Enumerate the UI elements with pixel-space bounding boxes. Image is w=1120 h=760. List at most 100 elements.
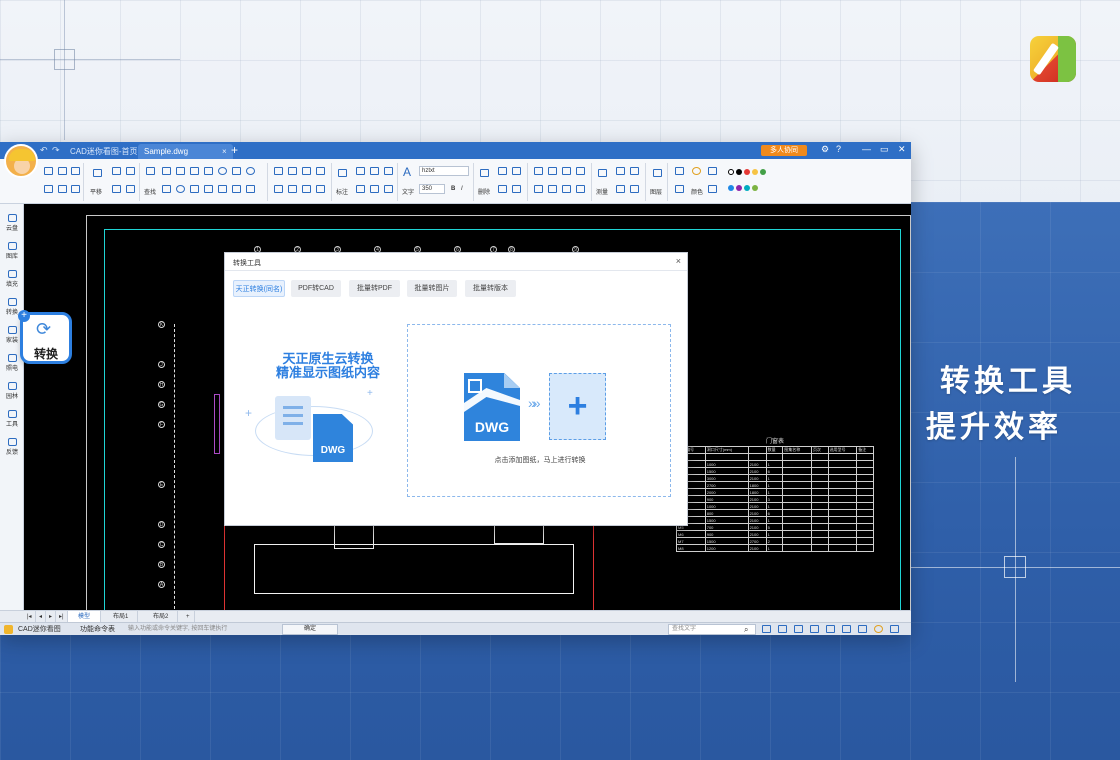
stretch-icon[interactable] [274, 167, 283, 175]
func-table-button[interactable]: 功能命令表 [80, 624, 115, 635]
delete-icon[interactable] [480, 169, 489, 177]
match-prop-icon[interactable] [708, 167, 717, 175]
rotate2-icon[interactable] [562, 167, 571, 175]
tab-pdf-to-cad[interactable]: PDF转CAD [291, 280, 341, 297]
collab-button[interactable]: 多人协同 [761, 145, 807, 156]
convert-callout[interactable]: + ⟳ 转换 [18, 310, 72, 364]
sidebar-item-cloud[interactable]: 云盘 [0, 214, 24, 232]
grid-icon[interactable] [778, 625, 787, 633]
star-icon[interactable] [302, 185, 311, 193]
background-icon[interactable] [708, 185, 717, 193]
polygon-icon[interactable] [232, 185, 241, 193]
table-icon[interactable] [616, 185, 625, 193]
area-icon[interactable] [616, 167, 625, 175]
palette-color[interactable] [752, 185, 758, 191]
command-input[interactable]: 输入功能或命令关键字, 按回车键执行 [128, 624, 227, 635]
cloud-line-icon[interactable] [246, 185, 255, 193]
palette-color[interactable] [760, 169, 766, 175]
new-file-icon[interactable] [44, 167, 53, 175]
new-tab-icon[interactable]: + [231, 143, 238, 157]
move-cross-icon[interactable] [534, 167, 543, 175]
tab-tangent-convert[interactable]: 天正转换(同名) [233, 280, 285, 297]
zoom-out-icon[interactable] [126, 167, 135, 175]
trapezoid-icon[interactable] [218, 185, 227, 193]
radius-dim-icon[interactable] [370, 185, 379, 193]
array-icon[interactable] [534, 185, 543, 193]
pan-icon[interactable] [93, 169, 102, 177]
hatch-icon[interactable] [548, 185, 557, 193]
angle-dim-icon[interactable] [370, 167, 379, 175]
tab-batch-to-image[interactable]: 批量转图片 [407, 280, 457, 297]
settings-icon[interactable]: ⚙ [821, 144, 829, 155]
dialog-close-icon[interactable]: × [676, 256, 681, 266]
sidebar-item-garden[interactable]: 园林 [0, 382, 24, 400]
palette-color[interactable] [736, 169, 742, 175]
polyline-icon[interactable] [162, 167, 171, 175]
snap-icon[interactable] [762, 625, 771, 633]
pin-icon[interactable] [316, 185, 325, 193]
lineweight-icon[interactable] [675, 185, 684, 193]
arc-icon[interactable] [204, 167, 213, 175]
redo-icon[interactable]: ↷ [52, 145, 60, 156]
trim-icon[interactable] [562, 185, 571, 193]
paste-icon[interactable] [498, 185, 507, 193]
color-toggle-icon[interactable] [874, 625, 883, 633]
leader-icon[interactable] [356, 185, 365, 193]
maximize-icon[interactable]: ▭ [880, 144, 889, 155]
triangle-icon[interactable] [162, 185, 171, 193]
font-name-select[interactable]: hztxt [419, 166, 469, 176]
cloud-sync-icon[interactable] [890, 625, 899, 633]
ortho-icon[interactable] [794, 625, 803, 633]
tab-home[interactable]: CAD迷你看图-首页 [64, 144, 144, 159]
tab-sample-dwg[interactable]: Sample.dwg × [138, 144, 233, 159]
line-icon[interactable] [146, 167, 155, 175]
tab-batch-to-pdf[interactable]: 批量转PDF [349, 280, 400, 297]
share-icon[interactable] [71, 185, 80, 193]
print-icon[interactable] [44, 185, 53, 193]
file-drop-zone[interactable]: DWG »» + 点击添加图纸，马上进行转换 [407, 324, 671, 497]
sidebar-item-feedback[interactable]: 反馈 [0, 438, 24, 456]
layer-icon[interactable] [653, 169, 662, 177]
block-icon[interactable] [288, 185, 297, 193]
osnap-icon[interactable] [826, 625, 835, 633]
palette-color[interactable] [736, 185, 742, 191]
open-icon[interactable] [71, 167, 80, 175]
help-icon[interactable]: ? [836, 144, 841, 154]
color-wheel-icon[interactable] [692, 167, 701, 175]
font-size-select[interactable]: 350 [419, 184, 445, 194]
avatar[interactable] [4, 144, 38, 178]
lineweight-toggle-icon[interactable] [842, 625, 851, 633]
sidebar-item-tools[interactable]: 工具 [0, 410, 24, 428]
aligned-dim-icon[interactable] [356, 167, 365, 175]
close-tab-icon[interactable]: × [222, 147, 227, 156]
spline-icon[interactable] [204, 185, 213, 193]
grid-view-icon[interactable] [630, 167, 639, 175]
close-window-icon[interactable]: ✕ [898, 144, 906, 155]
export-icon[interactable] [58, 185, 67, 193]
extend-icon[interactable] [576, 185, 585, 193]
sidebar-item-fill[interactable]: 填充 [0, 270, 24, 288]
text-icon[interactable]: A [403, 165, 411, 179]
bold-button[interactable]: B [451, 186, 455, 192]
erase-icon[interactable] [512, 185, 521, 193]
offset-icon[interactable] [302, 167, 311, 175]
search-text-input[interactable]: 查找文字 [668, 624, 756, 635]
italic-button[interactable]: I [461, 186, 463, 192]
baseline-dim-icon[interactable] [384, 167, 393, 175]
crosshair-icon[interactable] [858, 625, 867, 633]
tab-batch-to-version[interactable]: 批量转版本 [465, 280, 516, 297]
copy-icon[interactable] [498, 167, 507, 175]
circle-icon[interactable] [218, 167, 227, 175]
minimize-icon[interactable]: — [862, 144, 871, 154]
dimension-icon[interactable] [338, 169, 347, 177]
parallelogram-icon[interactable] [190, 185, 199, 193]
save-icon[interactable] [58, 167, 67, 175]
confirm-button[interactable]: 确定 [282, 624, 338, 635]
zoom-in-icon[interactable] [112, 167, 121, 175]
measure-icon[interactable] [598, 169, 607, 177]
mirror-icon[interactable] [288, 167, 297, 175]
move-icon[interactable] [176, 167, 185, 175]
arc-length-icon[interactable] [384, 185, 393, 193]
undo-icon[interactable]: ↶ [40, 145, 48, 156]
rect-icon[interactable] [232, 167, 241, 175]
